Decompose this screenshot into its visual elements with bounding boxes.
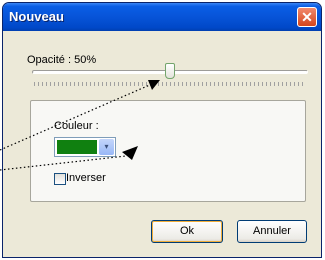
opacity-label: Opacité : 50%: [27, 54, 97, 66]
dialog-title: Nouveau: [9, 9, 64, 24]
ok-button[interactable]: Ok: [151, 220, 223, 243]
invert-checkbox[interactable]: [54, 173, 66, 185]
close-button[interactable]: ✕: [297, 7, 317, 27]
color-dropdown[interactable]: ▾: [54, 137, 116, 157]
chevron-down-icon: ▾: [104, 142, 109, 151]
cancel-button[interactable]: Annuler: [237, 220, 307, 243]
slider-ticks: [34, 82, 304, 86]
close-icon: ✕: [301, 9, 313, 25]
invert-label[interactable]: Inverser: [66, 172, 106, 184]
color-swatch: [57, 140, 97, 154]
opacity-slider-thumb[interactable]: [165, 63, 175, 79]
color-label: Couleur :: [54, 120, 99, 132]
title-bar[interactable]: Nouveau ✕: [3, 3, 321, 31]
dropdown-arrow-button[interactable]: ▾: [99, 139, 114, 155]
